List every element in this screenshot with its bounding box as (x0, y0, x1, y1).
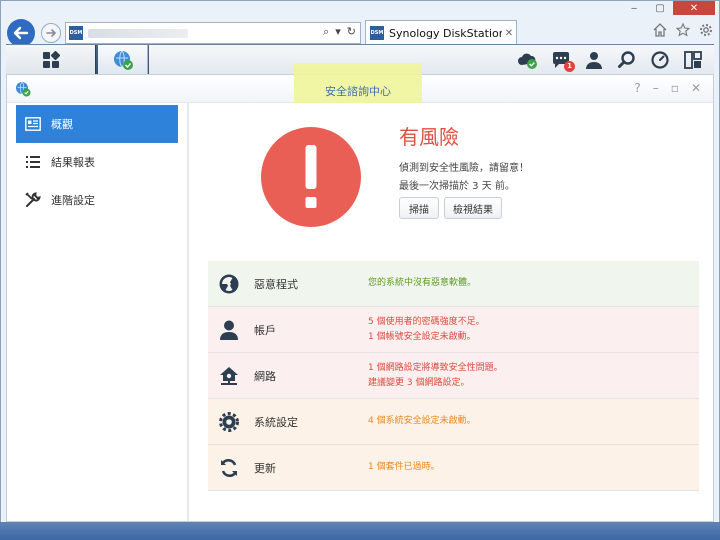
user-menu-button[interactable] (583, 49, 605, 71)
address-bar[interactable]: DSM ⌕ ▾ ↻ (65, 22, 361, 44)
dsm-tab-favicon-icon: DSM (370, 26, 384, 40)
category-name: 帳戶 (254, 324, 276, 337)
category-message-line: 建議變更 3 個網路設定。 (368, 378, 470, 388)
category-row-malware[interactable]: 惡意程式 您的系統中沒有惡意軟體。 (208, 261, 699, 307)
taskbar-security-advisor[interactable] (98, 45, 148, 75)
view-results-button[interactable]: 檢視結果 (444, 197, 502, 219)
security-advisor-title-icon (16, 81, 31, 97)
forward-button[interactable] (41, 23, 61, 43)
settings-gear-icon[interactable] (699, 23, 713, 37)
forward-arrow-icon (46, 29, 57, 37)
list-icon (24, 153, 42, 171)
user-icon (218, 319, 240, 341)
window-title-bar: 安全諮詢中心 ? – ▫ ✕ (7, 63, 713, 111)
dsm-favicon-icon: DSM (69, 26, 83, 40)
category-row-network[interactable]: 網路 1 個網路設定將導致安全性問題。 建議變更 3 個網路設定。 (208, 353, 699, 399)
widgets-button[interactable] (682, 49, 704, 71)
window-title: 安全諮詢中心 (325, 85, 391, 98)
taskbar-tray: 1 (517, 49, 704, 72)
sidebar-item-report[interactable]: 結果報表 (16, 143, 178, 181)
overview-icon (24, 115, 42, 133)
main-menu-icon (42, 51, 60, 68)
window-restore-button[interactable]: ▫ (671, 81, 679, 95)
sidebar: 概觀 結果報表 進階設定 (7, 103, 189, 521)
address-url-redacted (88, 29, 188, 38)
browser-nav-bar: DSM ⌕ ▾ ↻ DSM Synology DiskStation - Sy.… (7, 19, 715, 47)
radiation-icon (218, 273, 240, 295)
search-icon[interactable]: ⌕ (323, 25, 329, 39)
favorites-star-icon[interactable] (676, 23, 690, 37)
sidebar-item-label: 概觀 (51, 118, 73, 131)
security-advisor-window: 安全諮詢中心 ? – ▫ ✕ 概觀 結果報表 進階設定 有風險 偵測到安全性風險… (6, 63, 714, 522)
category-name: 網路 (254, 370, 276, 383)
back-arrow-icon (13, 26, 29, 40)
tab-close-icon[interactable]: ✕ (502, 28, 516, 39)
refresh-page-icon[interactable]: ↻ (347, 25, 356, 39)
risk-detected-text: 偵測到安全性風險，請留意！ (399, 163, 529, 174)
cloud-check-icon (518, 53, 537, 69)
browser-tools (653, 23, 713, 37)
category-name: 系統設定 (254, 416, 298, 429)
new-tab-button[interactable] (519, 23, 537, 43)
user-icon (586, 52, 602, 69)
home-icon[interactable] (653, 23, 667, 37)
last-scan-text: 最後一次掃描於 3 天 前。 (399, 181, 515, 192)
window-close-button[interactable]: ✕ (691, 81, 701, 95)
cloud-sync-button[interactable] (517, 49, 539, 71)
sidebar-item-label: 結果報表 (51, 156, 95, 169)
tab-title: Synology DiskStation - Sy... (389, 26, 502, 40)
gauge-icon (651, 51, 669, 69)
category-name: 惡意程式 (254, 278, 298, 291)
search-icon (618, 51, 635, 68)
window-minimize-button[interactable]: – (653, 81, 659, 95)
category-message: 5 個使用者的密碼強度不足。 1 個帳號安全設定未啟動。 (368, 315, 485, 345)
category-message-line: 5 個使用者的密碼強度不足。 (368, 317, 485, 327)
widgets-icon (684, 51, 702, 69)
category-row-account[interactable]: 帳戶 5 個使用者的密碼強度不足。 1 個帳號安全設定未啟動。 (208, 307, 699, 353)
category-message-line: 1 個網路設定將導致安全性問題。 (368, 363, 503, 373)
refresh-icon (218, 457, 240, 479)
address-tools: ⌕ ▾ ↻ (323, 25, 356, 39)
network-icon (218, 365, 240, 387)
caption-buttons: ‒ ▢ ✕ (621, 1, 715, 15)
risk-status-title: 有風險 (399, 125, 459, 149)
risk-alert-icon (261, 127, 361, 227)
tools-icon (24, 191, 42, 209)
main-menu-button[interactable] (6, 45, 96, 75)
back-button[interactable] (7, 19, 35, 47)
category-row-update[interactable]: 更新 1 個套件已過時。 (208, 445, 699, 491)
category-row-system-settings[interactable]: 系統設定 4 個系統安全設定未啟動。 (208, 399, 699, 445)
search-button[interactable] (616, 49, 638, 71)
resource-monitor-button[interactable] (649, 49, 671, 71)
minimize-button[interactable]: ‒ (621, 1, 647, 15)
sidebar-item-overview[interactable]: 概觀 (16, 105, 178, 143)
category-message: 4 個系統安全設定未啟動。 (368, 416, 476, 426)
category-message-line: 1 個帳號安全設定未啟動。 (368, 332, 476, 342)
category-name: 更新 (254, 462, 276, 475)
os-taskbar-edge (0, 522, 720, 540)
sidebar-item-advanced[interactable]: 進階設定 (16, 181, 178, 219)
category-message: 您的系統中沒有惡意軟體。 (368, 278, 477, 288)
scan-button[interactable]: 掃描 (399, 197, 439, 219)
dropdown-icon[interactable]: ▾ (335, 25, 341, 39)
security-advisor-app-icon (113, 50, 133, 70)
overview-content: 有風險 偵測到安全性風險，請留意！ 最後一次掃描於 3 天 前。 掃描 檢視結果… (191, 103, 713, 521)
category-message: 1 個網路設定將導致安全性問題。 建議變更 3 個網路設定。 (368, 361, 503, 391)
gear-icon (218, 411, 240, 433)
notification-badge: 1 (564, 61, 575, 72)
maximize-button[interactable]: ▢ (647, 1, 673, 15)
sidebar-item-label: 進階設定 (51, 194, 95, 207)
help-button[interactable]: ? (634, 81, 640, 95)
window-controls: ? – ▫ ✕ (634, 81, 701, 95)
browser-tab[interactable]: DSM Synology DiskStation - Sy... ✕ (365, 20, 517, 45)
notifications-button[interactable]: 1 (550, 49, 575, 72)
category-message: 1 個套件已過時。 (368, 462, 440, 472)
close-browser-button[interactable]: ✕ (673, 1, 715, 15)
